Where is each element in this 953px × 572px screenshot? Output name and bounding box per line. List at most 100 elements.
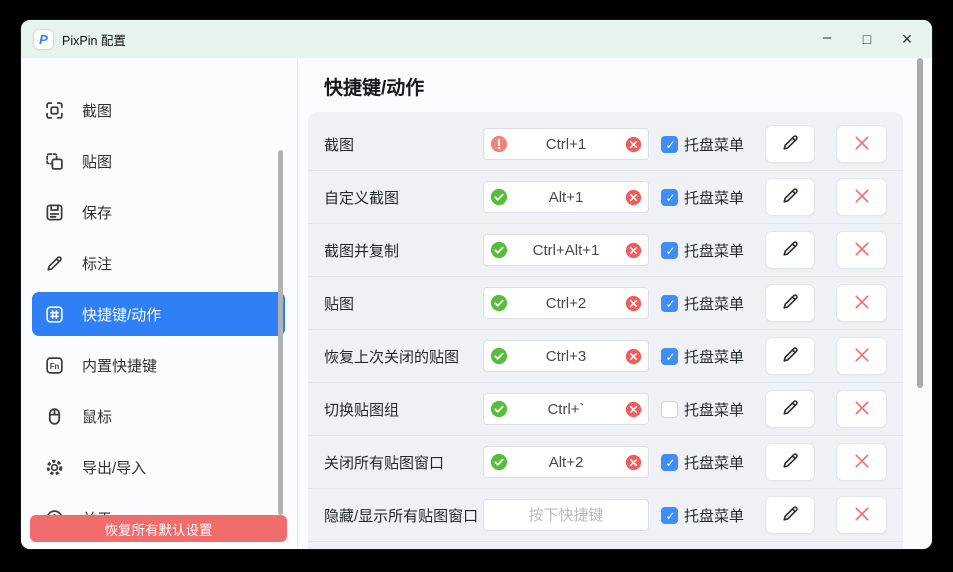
hotkey-valid-icon	[490, 400, 508, 418]
delete-hotkey-button[interactable]	[836, 390, 887, 428]
main-content: 快捷键/动作 截图	[298, 58, 932, 549]
delete-x-icon	[851, 450, 873, 475]
sidebar-item-mouse[interactable]: 鼠标	[32, 394, 285, 438]
sidebar-item-hotkeys-actions[interactable]: 快捷键/动作	[32, 292, 285, 336]
hotkey-input[interactable]	[483, 499, 649, 531]
sidebar-item-label: 内置快捷键	[82, 355, 157, 376]
tray-menu-checkbox[interactable]	[661, 401, 678, 418]
delete-x-icon	[851, 291, 873, 316]
delete-hotkey-button[interactable]	[836, 178, 887, 216]
close-icon[interactable]: ×	[887, 20, 927, 58]
edit-hotkey-button[interactable]	[765, 337, 815, 375]
restore-defaults-button[interactable]: 恢复所有默认设置	[30, 515, 287, 542]
pencil-icon	[780, 450, 801, 474]
edit-hotkey-button[interactable]	[765, 443, 815, 481]
delete-x-icon	[851, 344, 873, 369]
hotkey-valid-icon	[490, 347, 508, 365]
minimize-icon[interactable]: –	[807, 20, 847, 60]
tray-menu-checkbox[interactable]	[661, 136, 678, 153]
svg-text:Fn: Fn	[50, 361, 60, 370]
hotkey-row: 隐藏/显示所有贴图窗口	[308, 489, 903, 542]
tray-menu-label: 托盘菜单	[684, 346, 744, 367]
tray-menu-checkbox[interactable]	[661, 348, 678, 365]
edit-hotkey-button[interactable]	[765, 125, 815, 163]
hotkey-row: 截图并复制	[308, 224, 903, 277]
hotkey-clear-icon[interactable]	[625, 348, 642, 365]
sidebar-item-label: 保存	[82, 202, 112, 223]
tray-menu-label: 托盘菜单	[684, 399, 744, 420]
annotate-pencil-icon	[44, 253, 65, 274]
pencil-icon	[780, 397, 801, 421]
hotkey-valid-icon	[490, 453, 508, 471]
hotkey-row-label: 隐藏/显示所有贴图窗口	[324, 505, 483, 526]
maximize-icon[interactable]: □	[847, 20, 887, 58]
tray-menu-checkbox[interactable]	[661, 507, 678, 524]
sidebar-item-save[interactable]: 保存	[32, 190, 285, 234]
edit-hotkey-button[interactable]	[765, 284, 815, 322]
edit-hotkey-button[interactable]	[765, 390, 815, 428]
tray-menu-checkbox[interactable]	[661, 454, 678, 471]
hotkey-clear-icon[interactable]	[625, 242, 642, 259]
pencil-icon	[780, 238, 801, 262]
hotkey-row: 关闭所有贴图窗口	[308, 436, 903, 489]
tray-menu-option: 托盘菜单	[661, 505, 753, 526]
sidebar-item-builtin-hotkeys[interactable]: Fn 内置快捷键	[32, 343, 285, 387]
pencil-icon	[780, 185, 801, 209]
hotkey-clear-icon[interactable]	[625, 401, 642, 418]
hotkey-row: 贴图	[308, 277, 903, 330]
hotkey-valid-icon	[490, 188, 508, 206]
tray-menu-option: 托盘菜单	[661, 187, 753, 208]
pencil-icon	[780, 132, 801, 156]
titlebar: P PixPin 配置 – □ ×	[21, 20, 932, 58]
sidebar-item-annotate[interactable]: 标注	[32, 241, 285, 285]
sidebar-scrollbar-thumb[interactable]	[278, 150, 283, 515]
tray-menu-option: 托盘菜单	[661, 399, 753, 420]
delete-hotkey-button[interactable]	[836, 443, 887, 481]
hotkey-field	[483, 340, 649, 372]
tray-menu-option: 托盘菜单	[661, 452, 753, 473]
edit-hotkey-button[interactable]	[765, 496, 815, 534]
hotkey-hash-icon	[44, 304, 65, 325]
main-scrollbar-thumb[interactable]	[917, 58, 923, 388]
hotkey-warning-icon	[490, 135, 508, 153]
tray-menu-checkbox[interactable]	[661, 242, 678, 259]
sidebar-item-label: 标注	[82, 253, 112, 274]
edit-hotkey-button[interactable]	[765, 178, 815, 216]
hotkey-clear-icon[interactable]	[625, 295, 642, 312]
delete-hotkey-button[interactable]	[836, 231, 887, 269]
hotkey-clear-icon[interactable]	[625, 189, 642, 206]
sidebar-item-label: 贴图	[82, 151, 112, 172]
sidebar-item-label: 鼠标	[82, 406, 112, 427]
pixpin-config-window: P PixPin 配置 – □ × 截图	[21, 20, 932, 549]
sidebar-item-screenshot[interactable]: 截图	[32, 88, 285, 132]
delete-x-icon	[851, 238, 873, 263]
sidebar-item-pin-image[interactable]: 贴图	[32, 139, 285, 183]
hotkey-field	[483, 234, 649, 266]
hotkey-clear-icon[interactable]	[625, 136, 642, 153]
delete-hotkey-button[interactable]	[836, 496, 887, 534]
tray-menu-checkbox[interactable]	[661, 189, 678, 206]
hotkey-clear-icon[interactable]	[625, 454, 642, 471]
sidebar: 截图 贴图	[21, 58, 298, 549]
mouse-icon	[44, 406, 65, 427]
hotkey-field	[483, 128, 649, 160]
delete-x-icon	[851, 397, 873, 422]
tray-menu-option: 托盘菜单	[661, 293, 753, 314]
tray-menu-option: 托盘菜单	[661, 346, 753, 367]
page-title: 快捷键/动作	[324, 73, 424, 100]
edit-hotkey-button[interactable]	[765, 231, 815, 269]
hotkey-field	[483, 499, 649, 531]
delete-x-icon	[851, 185, 873, 210]
delete-hotkey-button[interactable]	[836, 337, 887, 375]
hotkey-row-label: 自定义截图	[324, 187, 483, 208]
pencil-icon	[780, 503, 801, 527]
tray-menu-label: 托盘菜单	[684, 452, 744, 473]
hotkey-row-label: 截图并复制	[324, 240, 483, 261]
hotkey-row-label: 截图	[324, 134, 483, 155]
tray-menu-checkbox[interactable]	[661, 295, 678, 312]
delete-hotkey-button[interactable]	[836, 125, 887, 163]
hotkey-row: 恢复上次关闭的贴图	[308, 330, 903, 383]
sidebar-item-export-import[interactable]: 导出/导入	[32, 445, 285, 489]
delete-hotkey-button[interactable]	[836, 284, 887, 322]
sidebar-nav: 截图 贴图	[32, 88, 285, 547]
